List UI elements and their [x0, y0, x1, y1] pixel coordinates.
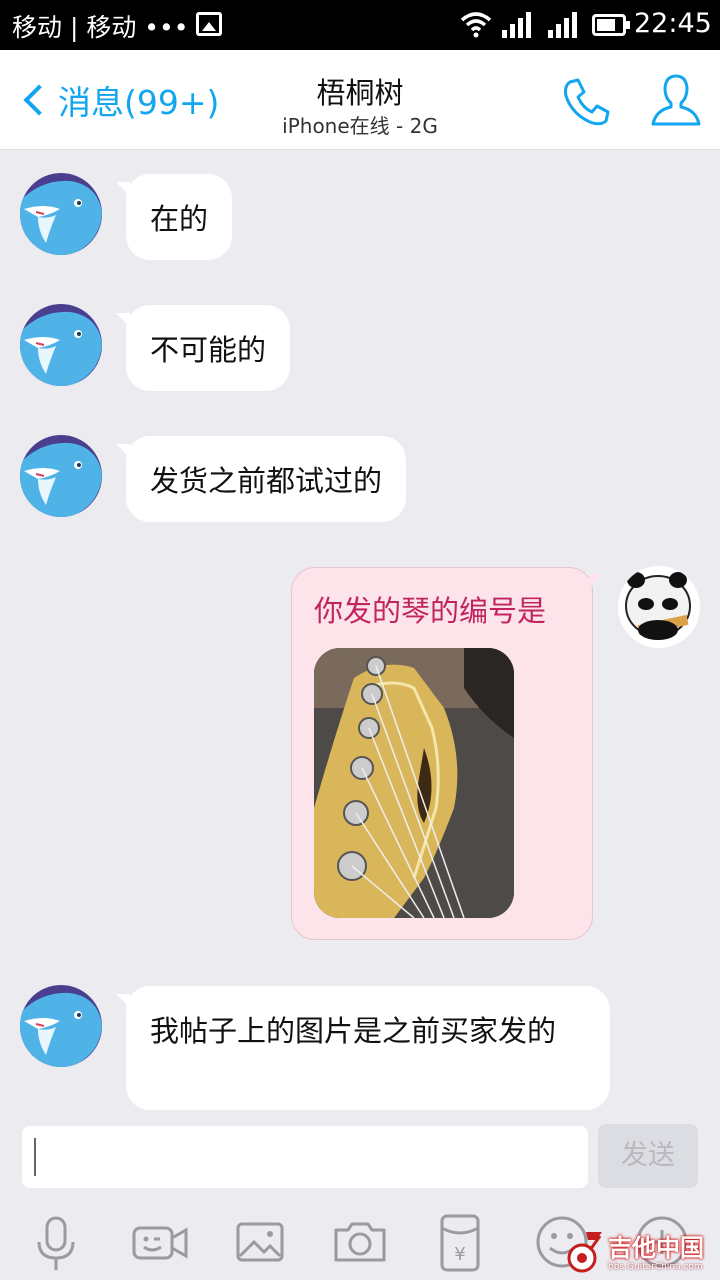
contact-avatar[interactable]	[20, 985, 102, 1067]
video-call-icon[interactable]	[130, 1212, 190, 1272]
message-text: 在的	[150, 202, 209, 236]
message-bubble[interactable]: 发货之前都试过的	[115, 436, 407, 522]
battery-icon	[592, 14, 630, 36]
status-bar: 移动 | 移动 ••• 22:45	[0, 0, 720, 50]
signal-icon-1	[502, 12, 531, 38]
send-button[interactable]: 发送	[598, 1124, 698, 1188]
clock: 22:45	[634, 8, 712, 39]
image-icon[interactable]	[230, 1212, 290, 1272]
message-text: 不可能的	[150, 333, 267, 367]
message-bubble[interactable]: 我帖子上的图片是之前买家发的	[116, 986, 610, 1110]
guitar-headstock-photo[interactable]	[314, 648, 514, 918]
message-bubble[interactable]: 不可能的	[115, 305, 291, 391]
message-text: 发货之前都试过的	[150, 464, 383, 498]
red-packet-icon[interactable]: ¥	[430, 1212, 490, 1272]
message-input[interactable]	[22, 1126, 588, 1188]
site-watermark: 吉他中国 bbs.GuitarChina.com	[566, 1228, 720, 1280]
watermark-url: bbs.GuitarChina.com	[608, 1262, 703, 1272]
message-bubble[interactable]: 在的	[115, 174, 233, 260]
svg-text:¥: ¥	[454, 1244, 465, 1265]
phone-icon[interactable]	[560, 76, 612, 128]
user-avatar[interactable]	[618, 566, 700, 648]
wifi-icon	[460, 12, 492, 38]
microphone-icon[interactable]	[26, 1212, 86, 1272]
input-bar: 发送	[0, 1112, 720, 1202]
contact-status: iPhone在线 - 2G	[282, 114, 438, 138]
message-text: 我帖子上的图片是之前买家发的	[150, 1014, 557, 1048]
image-notification-icon	[196, 12, 222, 36]
sent-message-bubble[interactable]: 你发的琴的编号是	[291, 567, 603, 940]
camera-icon[interactable]	[330, 1212, 390, 1272]
text-caret	[34, 1138, 36, 1176]
chat-header: 消息(99+) 梧桐树 iPhone在线 - 2G	[0, 50, 720, 150]
carrier-text: 移动 | 移动 •••	[12, 13, 189, 42]
contact-avatar[interactable]	[20, 173, 102, 255]
message-text: 你发的琴的编号是	[314, 594, 547, 628]
guitar-logo-icon	[567, 1232, 602, 1273]
contact-profile-icon[interactable]	[650, 72, 702, 128]
signal-icon-2	[548, 12, 577, 38]
watermark-title: 吉他中国	[608, 1234, 704, 1262]
contact-avatar[interactable]	[20, 435, 102, 517]
contact-avatar[interactable]	[20, 304, 102, 386]
contact-name: 梧桐树	[316, 76, 404, 110]
